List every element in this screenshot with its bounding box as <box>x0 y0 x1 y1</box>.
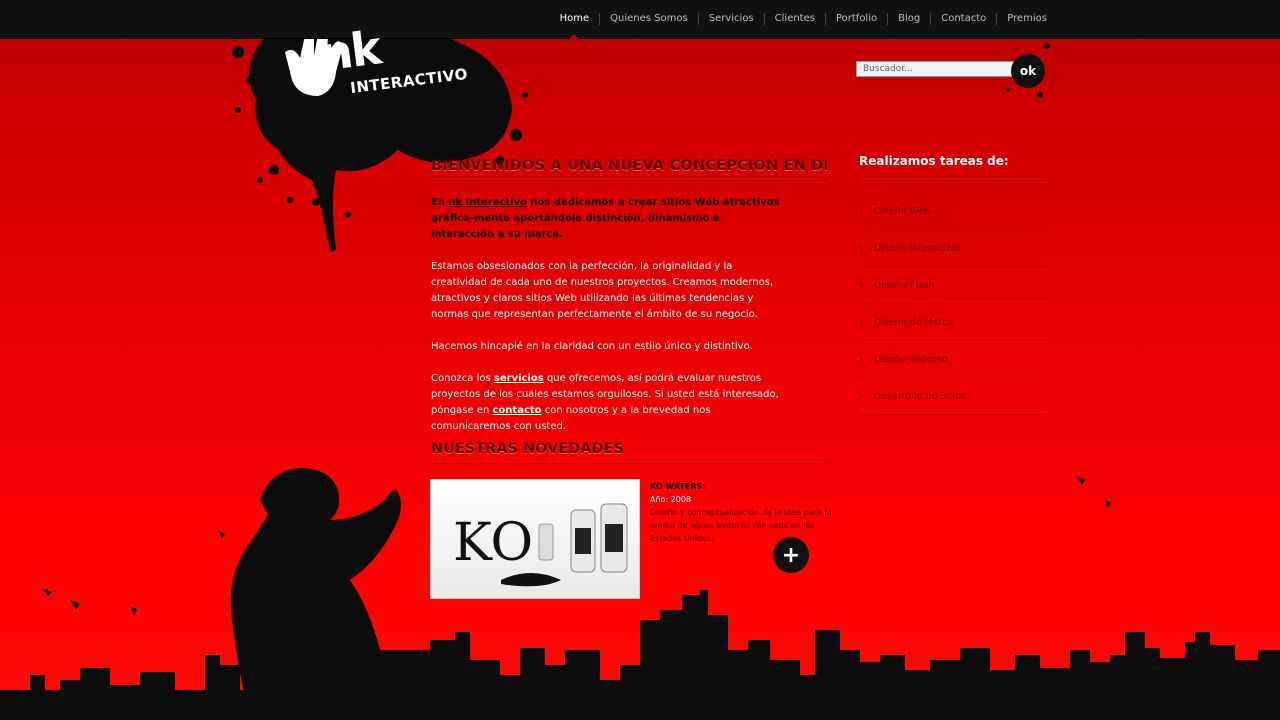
sidebar-item-desarrollo-sitios[interactable]: Desarrollo de Sitios <box>859 378 1050 415</box>
sidebar-item-diseno-impreso[interactable]: Diseño Impreso <box>859 341 1050 378</box>
ko-logo-text: KO <box>453 513 533 573</box>
news-item-year: Año: 2008 <box>650 495 692 504</box>
welcome-section: BIENVENIDOS A UNA NUEVA CONCEPCION EN DI… <box>431 158 827 435</box>
news-item-title[interactable]: KO WATERS: <box>650 480 834 493</box>
news-thumbnail[interactable]: KO <box>430 479 640 599</box>
ko-waters-image: KO <box>453 503 628 587</box>
sidebar-item-diseno-web[interactable]: Diseño Web <box>859 193 1050 230</box>
search-button[interactable]: ok <box>1011 54 1045 88</box>
sidebar-item-diseno-flash[interactable]: Diseño Flash <box>859 267 1050 304</box>
sidebar-item-diseno-marca[interactable]: Diseño de Marca <box>859 304 1050 341</box>
sidebar-item-diseno-interactivo[interactable]: Diseño Interactivo <box>859 230 1050 267</box>
intro-prefix: En <box>431 197 449 208</box>
news-item-info: KO WATERS: Año: 2008 Diseño y conceptual… <box>650 480 834 545</box>
nav-blog[interactable]: Blog <box>888 13 932 25</box>
logo-main-text[interactable]: nk <box>317 21 382 82</box>
search-input[interactable]: Buscador... <box>856 61 1014 77</box>
intro-link[interactable]: nk interactivo <box>448 197 527 208</box>
sidebar-title: Realizamos tareas de: <box>859 154 1050 181</box>
paragraph-2: Hacemos hincapié en la claridad con un e… <box>431 341 753 352</box>
nav-clientes[interactable]: Clientes <box>765 13 826 25</box>
nav-contacto[interactable]: Contacto <box>931 13 998 25</box>
nav-premios[interactable]: Premios <box>997 13 1047 25</box>
intro-paragraph: En nk interactivo nos dedicamos a crear … <box>431 195 781 243</box>
nav-home[interactable]: Home <box>550 13 601 39</box>
services-sidebar: Realizamos tareas de: Diseño Web Diseño … <box>859 154 1050 415</box>
nav-portfolio[interactable]: Portfolio <box>826 13 889 25</box>
nav-quienes-somos[interactable]: Quienes Somos <box>600 13 699 25</box>
p3-a: Conozca los <box>431 373 494 384</box>
main-nav: Home Quienes Somos Servicios Clientes Po… <box>550 0 1047 39</box>
news-title: NUESTRAS NOVEDADES <box>431 441 827 464</box>
servicios-link[interactable]: servicios <box>494 373 544 384</box>
contacto-link[interactable]: contacto <box>493 405 542 416</box>
welcome-title: BIENVENIDOS A UNA NUEVA CONCEPCION EN DI… <box>431 158 827 181</box>
paragraph-1: Estamos obsesionados con la perfección, … <box>431 261 774 320</box>
nav-servicios[interactable]: Servicios <box>699 13 765 25</box>
paragraph-3: Conozca los servicios que ofrecemos, así… <box>431 371 783 435</box>
news-item-description: Diseño y conceptualización de la idea pa… <box>650 508 832 543</box>
more-plus-button[interactable]: + <box>773 537 809 573</box>
